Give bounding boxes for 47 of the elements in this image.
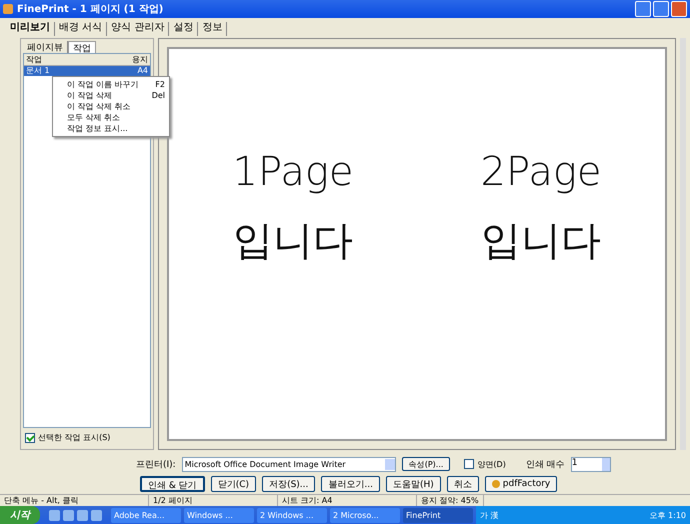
column-header[interactable]: 용지 [87,54,150,65]
copies-label: 인쇄 매수 [526,458,565,470]
language-indicator[interactable]: 가 漢 [480,510,499,520]
dialog-button[interactable]: 취소 [446,476,479,492]
dialog-button[interactable]: 인쇄 & 닫기 [140,476,205,492]
taskbar-button[interactable]: 2 Windows ... [257,508,327,522]
tab[interactable]: 정보 [198,22,228,36]
taskbar-button[interactable]: 2 Microso... [330,508,400,522]
tab[interactable]: 미리보기 [6,22,55,36]
dialog-button[interactable]: 불러오기... [321,476,380,492]
copies-spinner[interactable]: 1 [570,456,611,472]
close-button[interactable] [671,1,687,17]
dialog-button[interactable]: pdfFactory [484,476,558,492]
menu-item[interactable]: 작업 정보 표시... [53,123,169,134]
page-text: 2Page [480,149,602,195]
duplex-checkbox[interactable]: 양면(D) [456,458,520,470]
clock: 오후 1:10 [649,510,686,520]
dialog-button[interactable]: 저장(S)... [262,476,316,492]
menu-item[interactable]: 이 작업 삭제 취소 [53,101,169,112]
properties-button[interactable]: 속성(P)... [402,457,450,471]
show-selected-checkbox[interactable]: 선택한 작업 표시(S) [23,428,151,447]
taskbar-button[interactable]: FinePrint [403,508,473,522]
printer-label: 프린터(I): [136,458,176,470]
tab[interactable]: 배경 서식 [55,22,108,36]
dialog-button[interactable]: 닫기(C) [210,476,256,492]
maximize-button[interactable] [653,1,669,17]
printer-dropdown[interactable]: Microsoft Office Document Image Writer [182,456,396,472]
app-icon [3,4,13,14]
paper-size: A4 [136,66,149,76]
menu-item[interactable]: 이 작업 삭제 Del [53,90,169,101]
job-row[interactable]: 문서 1 A4 [24,66,150,76]
page-text: 입니다 [481,217,601,266]
tab[interactable]: 작업 [68,41,96,53]
column-header[interactable]: 작업 [24,54,87,65]
dialog-button[interactable]: 도움말(H) [386,476,441,492]
minimize-button[interactable] [635,1,651,17]
tab[interactable]: 설정 [169,22,198,36]
page-text: 1Page [232,149,354,195]
window-title: FinePrint - 1 페이지 (1 작업) [17,3,164,16]
page-text: 입니다 [233,217,353,266]
start-button[interactable]: 시작 [0,506,40,524]
taskbar-button[interactable]: Windows ... [184,508,254,522]
taskbar-button[interactable]: Adobe Rea... [111,508,181,522]
tab[interactable]: 양식 관리자 [107,22,170,36]
menu-item[interactable]: 이 작업 이름 바꾸기 F2 [53,79,169,90]
job-name: 문서 1 [25,66,51,76]
menu-item[interactable]: 모두 삭제 취소 [53,112,169,123]
